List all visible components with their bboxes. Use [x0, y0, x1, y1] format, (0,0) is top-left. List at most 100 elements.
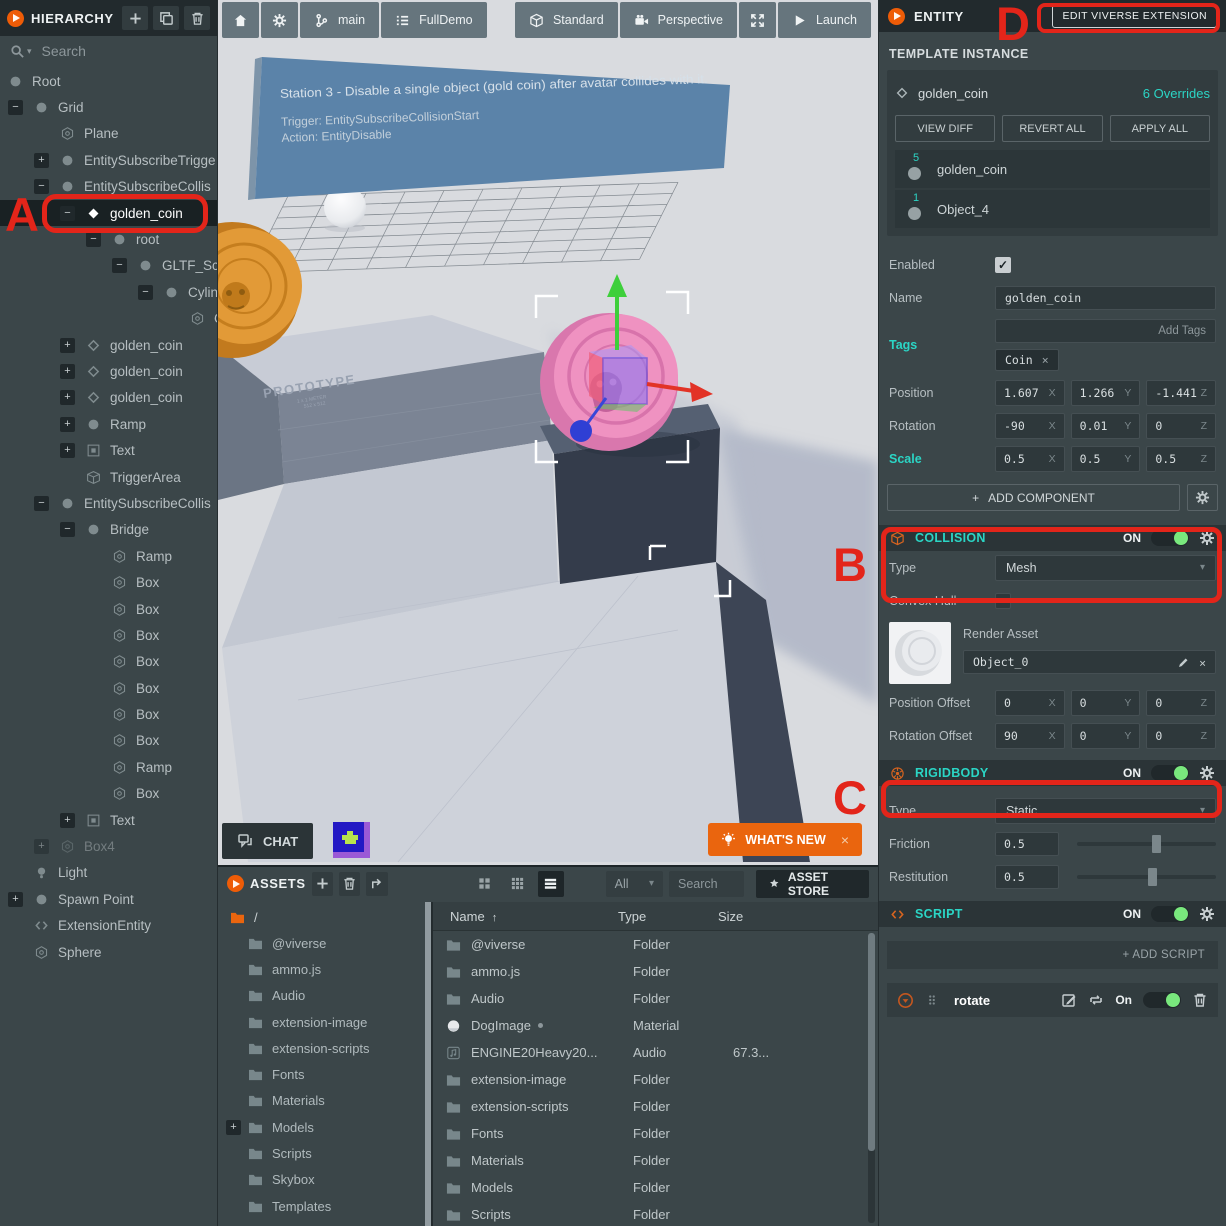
- asset-row-dogimage[interactable]: DogImageMaterial: [433, 1012, 878, 1039]
- tree-item-box[interactable]: Box: [0, 728, 217, 754]
- column-header-name[interactable]: Name↑: [433, 909, 618, 924]
- rotation-offset-x-field[interactable]: 90X: [995, 723, 1065, 749]
- viewport-canvas[interactable]: Station 3 - Disable a single object (gol…: [218, 0, 878, 865]
- name-field[interactable]: golden_coin: [995, 286, 1216, 310]
- tree-item-root[interactable]: −root: [0, 226, 217, 252]
- main-button[interactable]: main: [300, 2, 379, 38]
- script-settings-icon[interactable]: [1199, 906, 1215, 922]
- column-header-size[interactable]: Size: [718, 909, 808, 924]
- folder-item-models[interactable]: +Models: [218, 1114, 425, 1140]
- tree-item-bridge[interactable]: −Bridge: [0, 517, 217, 543]
- tree-item-grid[interactable]: −Grid: [0, 94, 217, 120]
- script-item-rotate[interactable]: rotate On: [887, 983, 1218, 1017]
- home-button[interactable]: [222, 2, 259, 38]
- tag-chip-close-icon[interactable]: ×: [1042, 353, 1049, 367]
- drag-handle-icon[interactable]: [925, 993, 939, 1007]
- asset-row-audio[interactable]: AudioFolder: [433, 985, 878, 1012]
- tree-item-box4[interactable]: +Box4: [0, 833, 217, 859]
- view-grid-large-button[interactable]: [505, 871, 531, 897]
- script-section-header[interactable]: SCRIPT ON: [879, 901, 1226, 927]
- restitution-slider[interactable]: [1077, 875, 1216, 879]
- tree-item-ramp[interactable]: +Ramp: [0, 411, 217, 437]
- folder-item-extension-image[interactable]: extension-image: [218, 1009, 425, 1035]
- viewport-panel[interactable]: Station 3 - Disable a single object (gol…: [218, 0, 878, 865]
- view-diff-button[interactable]: VIEW DIFF: [895, 115, 995, 142]
- tree-item-box[interactable]: Box: [0, 569, 217, 595]
- asset-table-scrollbar-thumb[interactable]: [868, 933, 875, 1151]
- rigidbody-section-header[interactable]: RIGIDBODY ON: [879, 760, 1226, 786]
- template-instance-golden_coin[interactable]: 5golden_coin: [895, 150, 1210, 188]
- component-settings-button[interactable]: [1187, 484, 1218, 511]
- tree-toggle-icon[interactable]: −: [34, 496, 49, 511]
- convex-hull-checkbox[interactable]: [995, 593, 1011, 609]
- scale-z-field[interactable]: 0.5Z: [1146, 446, 1216, 472]
- tree-toggle-icon[interactable]: +: [60, 338, 75, 353]
- folder-root-item[interactable]: /: [218, 904, 425, 930]
- tree-toggle-icon[interactable]: +: [8, 892, 23, 907]
- rotation-y-field[interactable]: 0.01Y: [1071, 413, 1141, 439]
- position-offset-z-field[interactable]: 0Z: [1146, 690, 1216, 716]
- enabled-checkbox[interactable]: ✓: [995, 257, 1011, 273]
- tree-item-box[interactable]: Box: [0, 622, 217, 648]
- tree-item-box[interactable]: Box: [0, 649, 217, 675]
- tree-item-box[interactable]: Box: [0, 596, 217, 622]
- duplicate-entity-button[interactable]: [153, 6, 179, 30]
- whats-new-button[interactable]: WHAT'S NEW ×: [708, 823, 862, 856]
- whats-new-close-icon[interactable]: ×: [841, 832, 849, 848]
- tree-item-entitysubscribetrigge[interactable]: +EntitySubscribeTrigge: [0, 147, 217, 173]
- render-asset-thumbnail[interactable]: [889, 622, 951, 684]
- collision-section-header[interactable]: COLLISION ON: [879, 525, 1226, 551]
- reload-script-icon[interactable]: [1088, 992, 1104, 1008]
- tree-item-entitysubscribecollis[interactable]: −EntitySubscribeCollis: [0, 490, 217, 516]
- tree-toggle-icon[interactable]: −: [34, 179, 49, 194]
- script-item-toggle[interactable]: [1143, 992, 1181, 1008]
- rigidbody-settings-icon[interactable]: [1199, 765, 1215, 781]
- folder-item-scripts[interactable]: Scripts: [218, 1140, 425, 1166]
- asset-row-engine20heavy20-[interactable]: ENGINE20Heavy20...Audio67.3...: [433, 1039, 878, 1066]
- delete-asset-button[interactable]: [339, 872, 360, 896]
- add-script-button[interactable]: + ADD SCRIPT: [887, 941, 1218, 969]
- folder-item--viverse[interactable]: @viverse: [218, 930, 425, 956]
- tree-item-triggerarea[interactable]: TriggerArea: [0, 464, 217, 490]
- folder-item-extension-scripts[interactable]: extension-scripts: [218, 1035, 425, 1061]
- asset-filter-dropdown[interactable]: All ▾: [606, 871, 663, 897]
- expand-button[interactable]: [739, 2, 776, 38]
- tree-toggle-icon[interactable]: −: [60, 522, 75, 537]
- script-toggle[interactable]: [1151, 906, 1189, 922]
- tree-item-text[interactable]: +Text: [0, 437, 217, 463]
- folder-item-skybox[interactable]: Skybox: [218, 1167, 425, 1193]
- gear-button[interactable]: [261, 2, 298, 38]
- scale-y-field[interactable]: 0.5Y: [1071, 446, 1141, 472]
- asset-row-models[interactable]: ModelsFolder: [433, 1174, 878, 1201]
- tree-item-golden-coin[interactable]: −golden_coin: [0, 200, 217, 226]
- tree-toggle-icon[interactable]: +: [60, 813, 75, 828]
- tree-item-spawn-point[interactable]: +Spawn Point: [0, 886, 217, 912]
- folder-item-audio[interactable]: Audio: [218, 983, 425, 1009]
- tree-toggle-icon[interactable]: +: [60, 364, 75, 379]
- folder-item-templates[interactable]: Templates: [218, 1193, 425, 1219]
- rotation-offset-y-field[interactable]: 0Y: [1071, 723, 1141, 749]
- folder-item-ammo-js[interactable]: ammo.js: [218, 956, 425, 982]
- tree-item-box[interactable]: Box: [0, 781, 217, 807]
- tree-toggle-icon[interactable]: +: [60, 390, 75, 405]
- overrides-link[interactable]: 6 Overrides: [1143, 86, 1210, 101]
- tree-toggle-icon[interactable]: −: [112, 258, 127, 273]
- friction-slider[interactable]: [1077, 842, 1216, 846]
- launch-button[interactable]: Launch: [778, 2, 871, 38]
- avatar-button[interactable]: [333, 822, 370, 858]
- folder-toggle-icon[interactable]: +: [226, 1120, 241, 1135]
- tree-toggle-icon[interactable]: −: [8, 100, 23, 115]
- asset-row-extension-scripts[interactable]: extension-scriptsFolder: [433, 1093, 878, 1120]
- tree-item-plane[interactable]: Plane: [0, 121, 217, 147]
- asset-row-materials[interactable]: MaterialsFolder: [433, 1147, 878, 1174]
- chat-button[interactable]: CHAT: [222, 823, 313, 859]
- tree-item-box[interactable]: Box: [0, 701, 217, 727]
- tree-item-ramp[interactable]: Ramp: [0, 543, 217, 569]
- tree-item-sphere[interactable]: Sphere: [0, 939, 217, 965]
- asset-row-extension-image[interactable]: extension-imageFolder: [433, 1066, 878, 1093]
- position-offset-x-field[interactable]: 0X: [995, 690, 1065, 716]
- collision-type-dropdown[interactable]: Mesh▾: [995, 555, 1216, 581]
- tree-item-entitysubscribecollis[interactable]: −EntitySubscribeCollis: [0, 174, 217, 200]
- tree-item-golden-coin[interactable]: +golden_coin: [0, 385, 217, 411]
- scale-x-field[interactable]: 0.5X: [995, 446, 1065, 472]
